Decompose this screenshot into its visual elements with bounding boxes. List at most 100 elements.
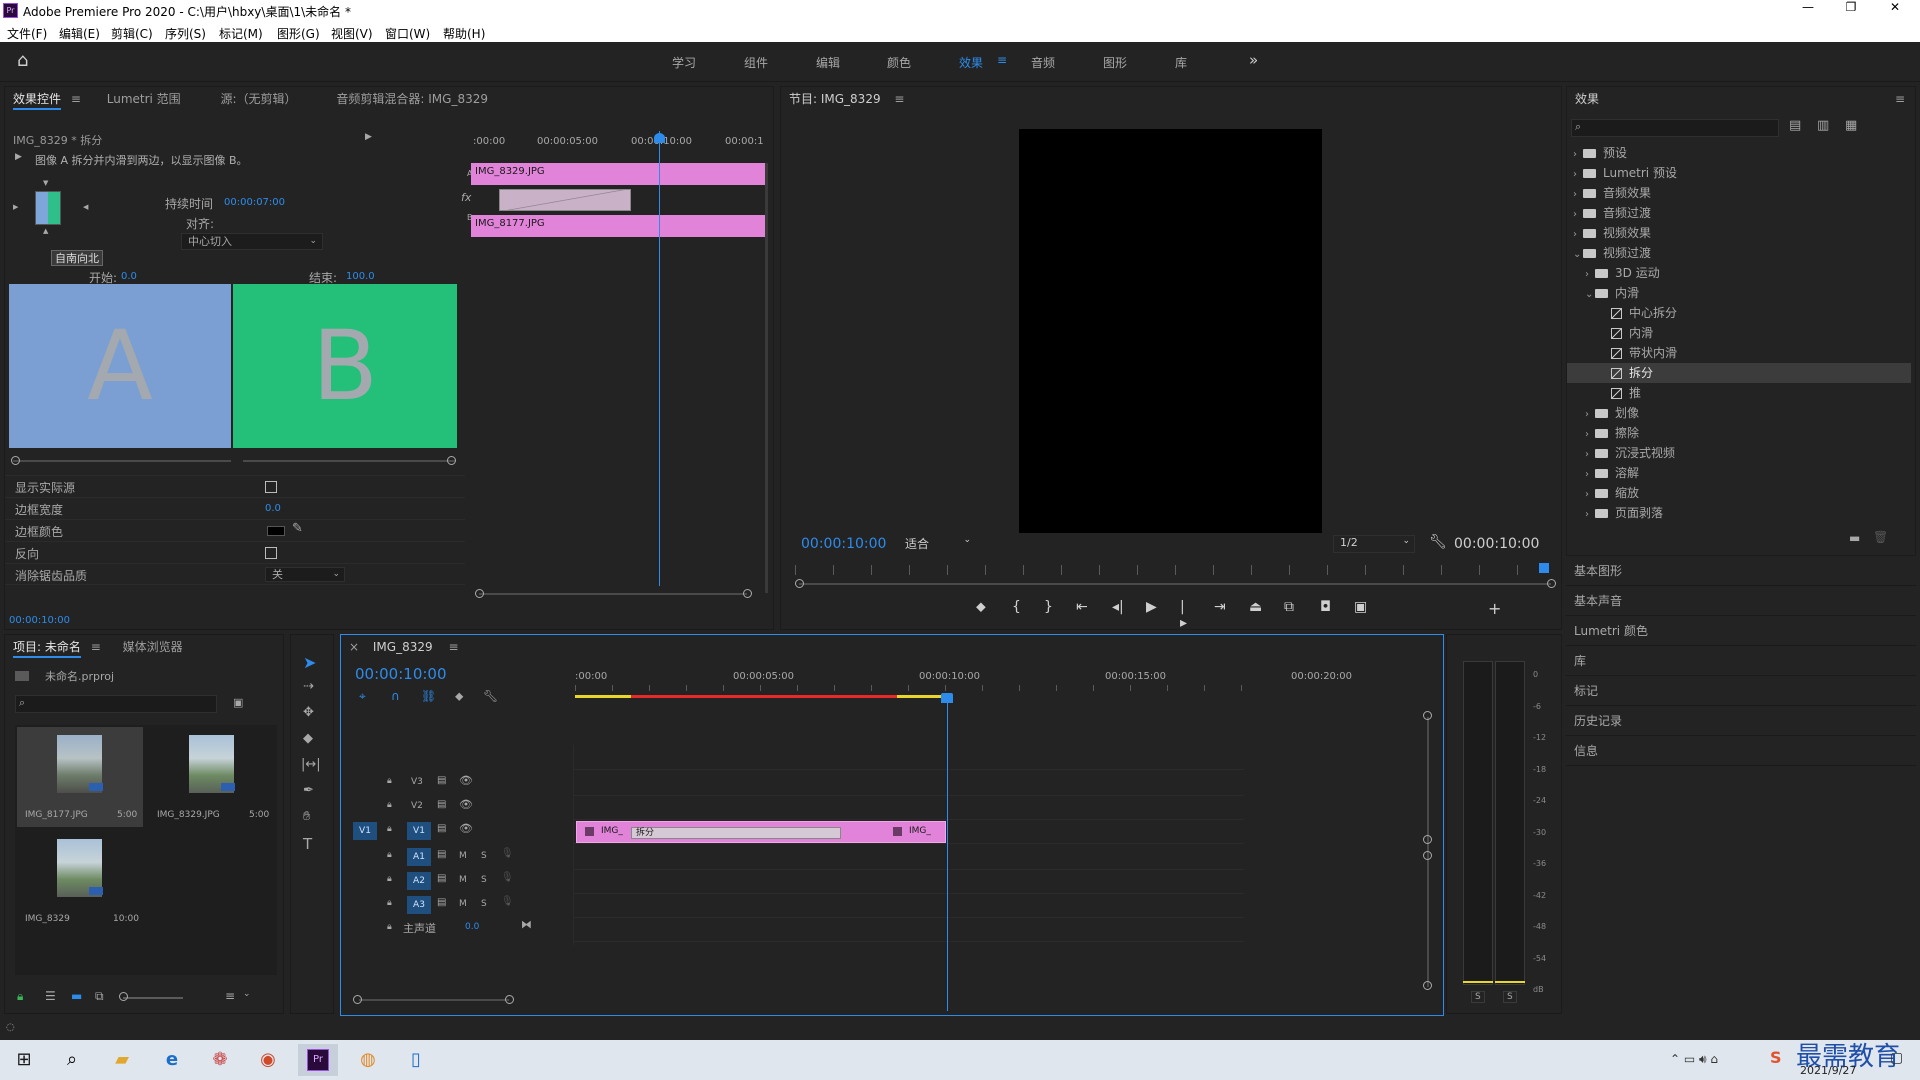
timeline-vscroll-handle[interactable] xyxy=(1423,835,1432,844)
eye-icon[interactable]: 👁︎ xyxy=(459,798,473,811)
lock-track-icon[interactable]: 🔒︎ xyxy=(387,850,392,860)
program-timecode[interactable]: 00:00:10:00 xyxy=(801,536,886,552)
tree-item-selected[interactable]: 拆分 xyxy=(1567,363,1911,383)
go-to-out-icon[interactable]: ⇥ xyxy=(1214,599,1226,615)
restore-button[interactable]: ❐ xyxy=(1838,0,1864,14)
workspace-tab-assembly[interactable]: 组件 xyxy=(744,54,768,71)
timeline-vscroll-handle[interactable] xyxy=(1423,851,1432,860)
workspace-menu-icon[interactable]: ≡ xyxy=(997,53,1007,67)
end-slider[interactable] xyxy=(243,460,455,462)
comparison-view-icon[interactable]: ▣ xyxy=(1354,599,1367,615)
resolution-dropdown[interactable]: 1/2 ⌄ xyxy=(1333,535,1415,553)
panel-lumetri-color[interactable]: Lumetri 颜色 xyxy=(1566,616,1916,646)
tree-item[interactable]: › 划像 xyxy=(1567,403,1911,423)
icon-view-icon[interactable]: ▬ xyxy=(71,989,82,1003)
sequence-tab[interactable]: IMG_8329 xyxy=(373,640,433,654)
tab-menu-icon[interactable]: ≡ xyxy=(71,92,81,106)
solo-button[interactable]: S xyxy=(481,899,487,909)
start-slider[interactable] xyxy=(13,460,231,462)
find-icon[interactable]: ▣ xyxy=(233,696,243,709)
track-select-tool-icon[interactable]: ⇢ xyxy=(303,679,314,694)
ime-icon[interactable]: S xyxy=(1770,1048,1782,1067)
eyedropper-icon[interactable]: ✎ xyxy=(292,521,303,536)
timeline-clip-v1[interactable]: IMG_ 拆分 IMG_ xyxy=(576,821,946,843)
go-to-edit-point-icon[interactable]: ⧓ xyxy=(521,918,532,931)
mark-in-icon[interactable]: { xyxy=(1012,599,1021,615)
timeline-hscroll-handle[interactable] xyxy=(353,995,362,1004)
zoom-dropdown[interactable]: 适合 ⌄ xyxy=(905,535,971,553)
tree-item[interactable]: › 3D 运动 xyxy=(1567,263,1911,283)
workspace-tab-color[interactable]: 颜色 xyxy=(887,54,911,71)
new-bin-icon[interactable]: ▬ xyxy=(1849,531,1860,545)
border-width-value[interactable]: 0.0 xyxy=(265,503,281,514)
sort-icon[interactable]: ≡ xyxy=(225,989,235,1003)
edge-selector-east-icon[interactable]: ◀ xyxy=(83,203,88,211)
meter-solo-right[interactable]: S xyxy=(1503,991,1517,1003)
media-item-selected[interactable]: IMG_8177.JPG 5:00 xyxy=(17,727,143,827)
menu-file[interactable]: 文件(F) xyxy=(7,25,47,42)
home-icon[interactable]: ⌂ xyxy=(17,50,28,71)
play-button[interactable]: ▶ xyxy=(1146,599,1157,615)
32bit-effects-icon[interactable]: ▥ xyxy=(1817,118,1829,133)
sync-lock-icon[interactable]: ▤ xyxy=(437,823,446,834)
track-id[interactable]: A3 xyxy=(407,896,431,914)
tree-item[interactable]: › 擦除 xyxy=(1567,423,1911,443)
slip-tool-icon[interactable]: |↔| xyxy=(301,757,321,772)
program-scroll-handle-right[interactable] xyxy=(1547,579,1556,588)
button-editor-icon[interactable]: + xyxy=(1488,599,1501,618)
lock-track-icon[interactable]: 🔒︎ xyxy=(387,922,392,932)
chevron-down-icon[interactable]: ⌄ xyxy=(243,989,251,999)
more-workspaces-icon[interactable]: » xyxy=(1249,51,1258,69)
tab-lumetri-scopes[interactable]: Lumetri 范围 xyxy=(107,92,181,106)
sync-lock-icon[interactable]: ▤ xyxy=(437,873,446,884)
tree-item[interactable]: › 音频效果 xyxy=(1567,183,1911,203)
timeline-timecode[interactable]: 00:00:10:00 xyxy=(355,665,447,683)
master-volume-value[interactable]: 0.0 xyxy=(465,922,479,932)
tree-item[interactable]: ⌄ 内滑 xyxy=(1567,283,1911,303)
export-frame-icon[interactable]: ◘ xyxy=(1320,599,1331,615)
lift-icon[interactable]: ⏏︎ xyxy=(1249,599,1262,615)
edge-browser-icon[interactable]: e xyxy=(152,1044,192,1076)
mini-clip-b[interactable]: IMG_8177.JPG xyxy=(471,215,765,237)
mini-playhead-handle[interactable] xyxy=(654,133,665,143)
step-back-icon[interactable]: ◂| xyxy=(1112,599,1124,615)
tree-item[interactable]: › 缩放 xyxy=(1567,483,1911,503)
list-view-icon[interactable]: ☰ xyxy=(45,989,56,1003)
go-to-in-icon[interactable]: ⇤ xyxy=(1076,599,1088,615)
end-slider-handle[interactable] xyxy=(447,456,456,465)
mini-scrollbar[interactable] xyxy=(479,593,747,595)
track-id[interactable]: V3 xyxy=(411,777,423,787)
close-sequence-icon[interactable]: × xyxy=(349,640,359,654)
step-forward-icon[interactable]: |▸ xyxy=(1180,599,1187,631)
accelerated-effects-icon[interactable]: ▤ xyxy=(1789,118,1801,133)
tab-project[interactable]: 项目: 未命名 xyxy=(13,640,81,658)
workspace-tab-learn[interactable]: 学习 xyxy=(672,54,696,71)
premiere-taskbar-icon[interactable]: Pr xyxy=(298,1044,338,1076)
panel-menu-icon[interactable]: ≡ xyxy=(894,92,904,106)
tree-item[interactable]: › 视频效果 xyxy=(1567,223,1911,243)
tab-source[interactable]: 源:（无剪辑） xyxy=(221,92,297,106)
panel-libraries[interactable]: 库 xyxy=(1566,646,1916,676)
end-value[interactable]: 100.0 xyxy=(346,271,375,282)
linked-selection-icon[interactable]: ⛓︎ xyxy=(421,689,436,703)
media-item[interactable]: IMG_8329 10:00 xyxy=(17,831,143,931)
lock-track-icon[interactable]: 🔒︎ xyxy=(387,824,392,834)
menu-window[interactable]: 窗口(W) xyxy=(385,25,430,42)
razor-tool-icon[interactable]: ◆ xyxy=(303,731,313,746)
edge-selector-south-icon[interactable]: ▲ xyxy=(43,227,48,235)
app-icon-3[interactable]: ▯ xyxy=(396,1044,436,1076)
program-scrollbar[interactable] xyxy=(799,583,1551,585)
windows-start-icon[interactable]: ⊞ xyxy=(4,1044,44,1076)
effects-search-input[interactable]: ⌕ xyxy=(1571,119,1779,137)
add-marker-icon[interactable]: ⬥ xyxy=(455,689,463,704)
transition-thumbnail[interactable] xyxy=(35,191,61,225)
eye-icon[interactable]: 👁︎ xyxy=(459,774,473,787)
panel-history[interactable]: 历史记录 xyxy=(1566,706,1916,736)
media-item[interactable]: IMG_8329.JPG 5:00 xyxy=(149,727,275,827)
timeline-hscroll[interactable] xyxy=(359,999,509,1001)
panel-menu-icon[interactable]: ≡ xyxy=(448,640,458,654)
sync-lock-icon[interactable]: ▤ xyxy=(437,799,446,810)
lock-icon[interactable]: 🔒︎ xyxy=(17,989,23,1004)
tree-item[interactable]: 推 xyxy=(1567,383,1911,403)
workspace-tab-audio[interactable]: 音频 xyxy=(1031,54,1055,71)
